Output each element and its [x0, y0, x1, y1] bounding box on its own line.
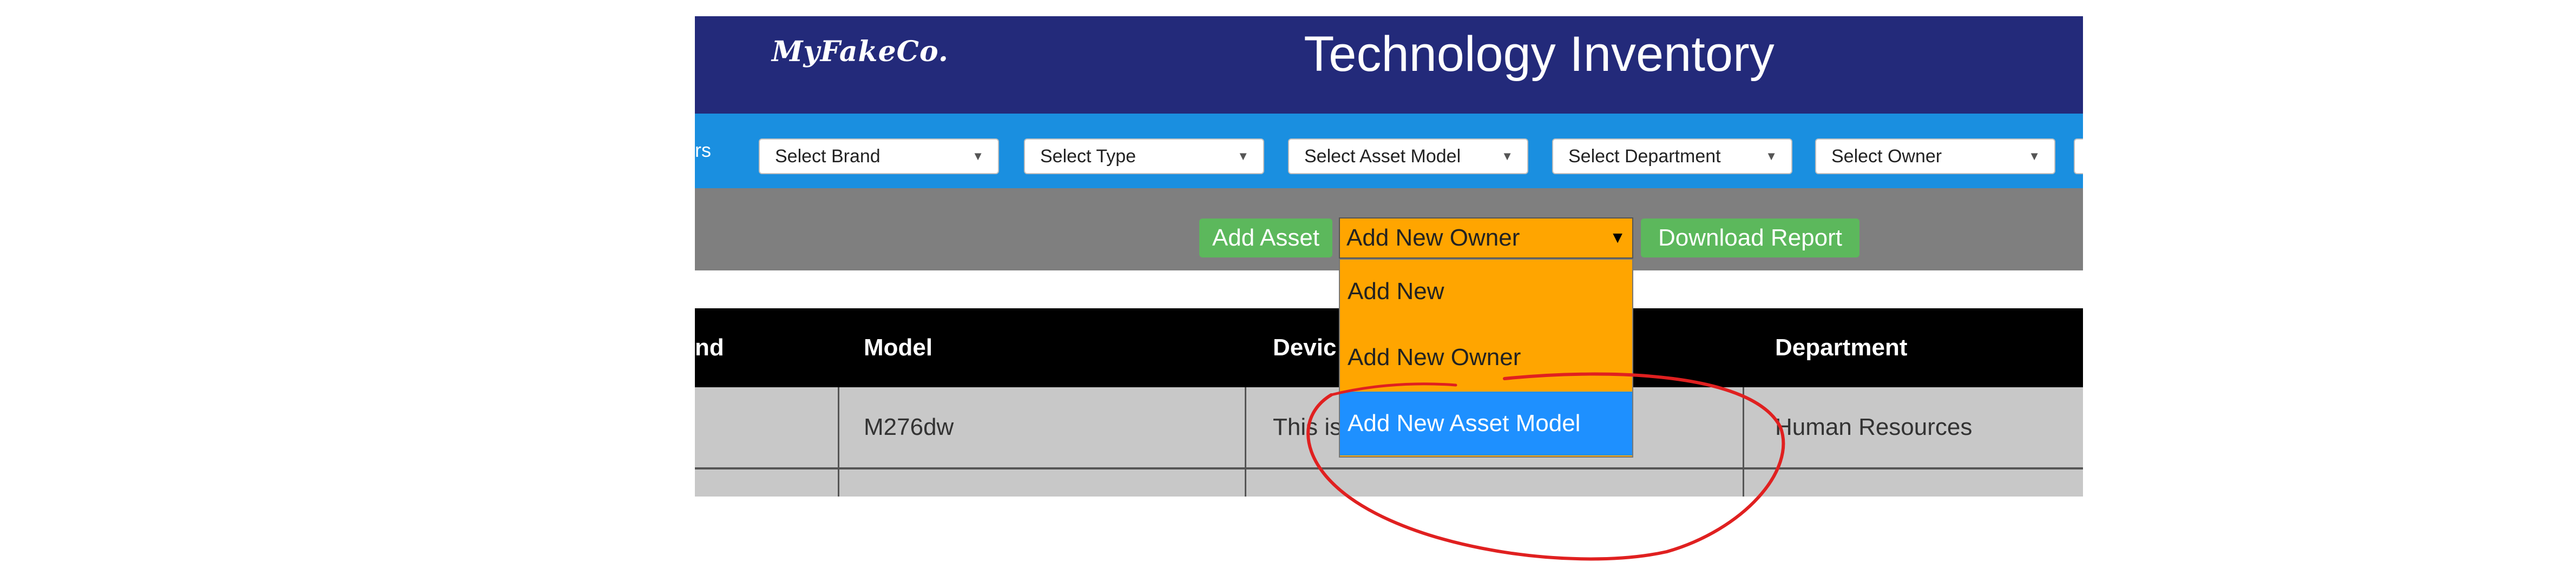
type-select-label: Select Type [1040, 146, 1136, 167]
brand-select[interactable]: Select Brand ▼ [759, 138, 999, 174]
owner-select-label: Select Owner [1831, 146, 1942, 167]
app-window: MyFakeCo. Technology Inventory rs Select… [695, 16, 2083, 497]
table-row[interactable] [695, 467, 2083, 497]
company-logo: MyFakeCo. [772, 35, 949, 68]
chevron-down-icon: ▼ [972, 149, 984, 163]
cell-divider [1245, 469, 1246, 497]
column-header-model[interactable]: Model [864, 308, 932, 387]
chevron-down-icon: ▼ [1501, 149, 1513, 163]
chevron-down-icon: ▼ [2028, 149, 2040, 163]
add-asset-button[interactable]: Add Asset [1199, 219, 1332, 257]
next-filter-select[interactable] [2074, 138, 2083, 174]
owner-select[interactable]: Select Owner ▼ [1815, 138, 2055, 174]
add-new-select[interactable]: Add New Owner ▼ [1339, 217, 1633, 259]
department-select-label: Select Department [1568, 146, 1721, 167]
cell-model: M276dw [864, 414, 954, 440]
column-header-brand[interactable]: nd [695, 308, 724, 387]
filter-bar: rs Select Brand ▼ Select Type ▼ Select A… [695, 114, 2083, 188]
cell-divider [1245, 387, 1246, 467]
menu-option-add-new-asset-model[interactable]: Add New Asset Model [1340, 392, 1632, 455]
menu-option-add-new[interactable]: Add New [1340, 260, 1632, 323]
cell-device: This is [1273, 414, 1342, 440]
cell-department: Human Resources [1775, 414, 1973, 440]
download-report-button[interactable]: Download Report [1641, 219, 1859, 257]
department-select[interactable]: Select Department ▼ [1552, 138, 1792, 174]
add-new-select-value: Add New Owner [1346, 224, 1520, 251]
app-header: MyFakeCo. Technology Inventory [695, 16, 2083, 114]
filters-label: rs [695, 139, 711, 161]
column-header-device[interactable]: Devic [1273, 308, 1336, 387]
chevron-down-icon: ▼ [1237, 149, 1249, 163]
type-select[interactable]: Select Type ▼ [1024, 138, 1264, 174]
brand-select-label: Select Brand [775, 146, 880, 167]
menu-option-add-new-owner[interactable]: Add New Owner [1340, 326, 1632, 389]
cell-divider [1743, 387, 1744, 467]
page-title: Technology Inventory [1304, 27, 1775, 82]
chevron-down-icon: ▼ [1765, 149, 1777, 163]
asset-model-select-label: Select Asset Model [1304, 146, 1461, 167]
cell-divider [838, 387, 839, 467]
cell-divider [838, 469, 839, 497]
column-header-department[interactable]: Department [1775, 308, 1908, 387]
cell-divider [1743, 469, 1744, 497]
chevron-down-icon: ▼ [1609, 229, 1626, 247]
asset-model-select[interactable]: Select Asset Model ▼ [1288, 138, 1528, 174]
add-new-dropdown-menu: Add New Add New Owner Add New Asset Mode… [1339, 259, 1633, 458]
